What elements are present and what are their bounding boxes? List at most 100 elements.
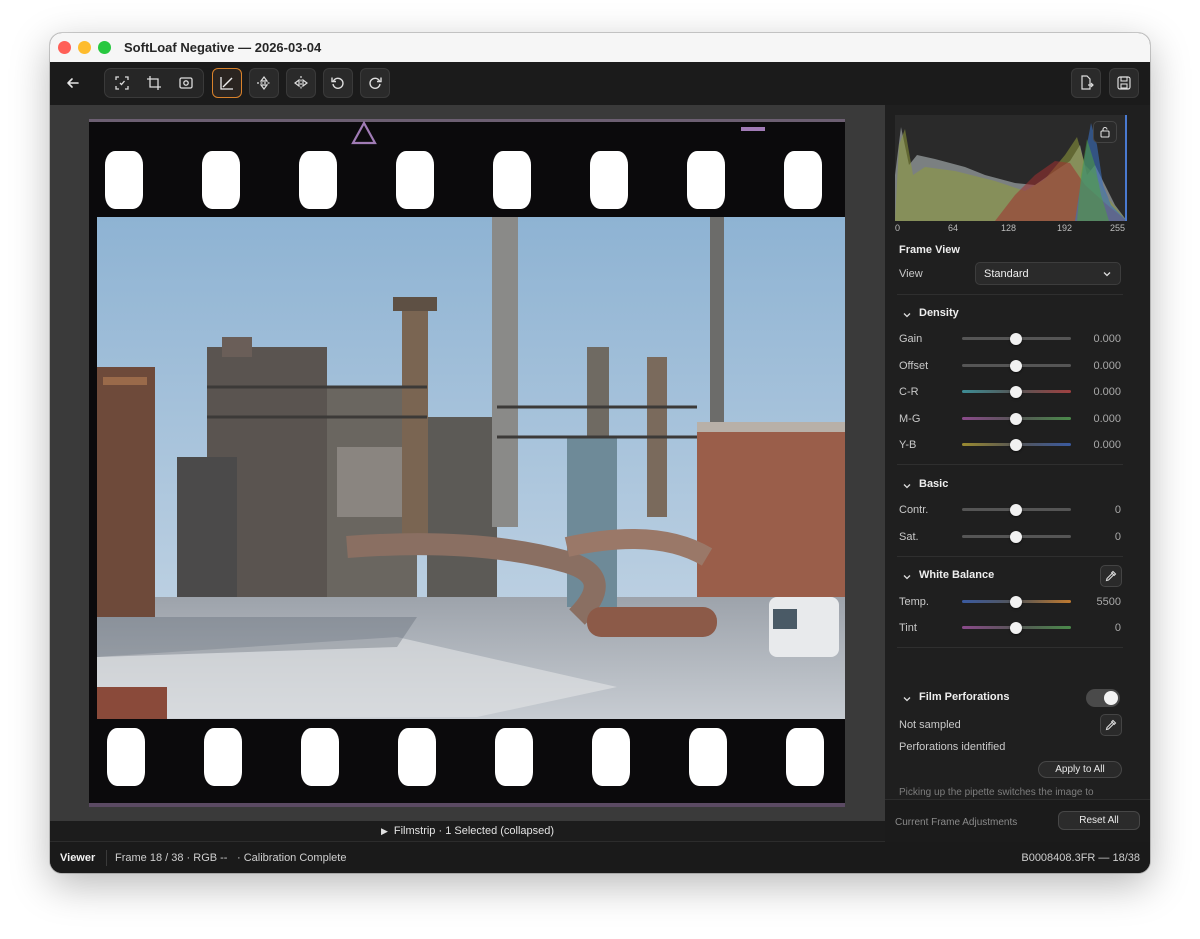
close-window-button[interactable] (58, 41, 71, 54)
industrial-scene-image (97, 217, 845, 719)
histogram-tick: 0 (895, 223, 901, 233)
perforation-hole (590, 151, 628, 209)
apply-to-all-button[interactable]: Apply to All (1038, 761, 1122, 778)
curve-icon (220, 77, 233, 90)
slider-value: 0 (1114, 622, 1121, 634)
chevron-down-icon (903, 697, 911, 702)
slider-knob[interactable] (1010, 596, 1022, 608)
perforation-hole (301, 728, 339, 786)
histogram-tick: 128 (1001, 223, 1017, 233)
magenta-green-slider[interactable] (962, 413, 1071, 425)
status-calibration: · Calibration Complete (237, 852, 347, 864)
perforation-hole (786, 728, 824, 786)
film-edge-bottom (89, 803, 845, 807)
perforation-hole (689, 728, 727, 786)
rotate-left-icon (331, 77, 344, 89)
temperature-slider[interactable] (962, 596, 1071, 608)
white-balance-title: White Balance (919, 569, 995, 581)
panel-footer: Current Frame Adjustments Reset All (885, 799, 1150, 842)
slider-value: 0 (1114, 504, 1121, 516)
flip-vertical-button[interactable] (249, 68, 279, 98)
crop-button[interactable] (139, 68, 169, 98)
gain-slider[interactable] (962, 333, 1071, 345)
rotate-left-button[interactable] (323, 68, 353, 98)
filmstrip-toggle[interactable]: ▶ Filmstrip · 1 Selected (collapsed) (50, 821, 885, 841)
perforation-hole (396, 151, 434, 209)
cyan-red-slider[interactable] (962, 386, 1071, 398)
slider-value: 0.000 (1093, 439, 1121, 451)
reset-all-button[interactable]: Reset All (1058, 811, 1140, 830)
play-triangle-icon: ▶ (380, 826, 388, 836)
curves-button[interactable] (212, 68, 242, 98)
flip-horizontal-button[interactable] (286, 68, 316, 98)
slider-value: 0 (1114, 531, 1121, 543)
slider-knob[interactable] (1010, 622, 1022, 634)
view-select[interactable]: Standard (975, 262, 1121, 285)
slider-label: Y-B (899, 439, 917, 451)
slider-label: Tint (899, 622, 917, 634)
current-frame-adjustments-label: Current Frame Adjustments (895, 817, 1018, 828)
histogram-tick: 64 (948, 223, 959, 233)
chevron-down-icon (903, 484, 911, 489)
slider-knob[interactable] (1010, 504, 1022, 516)
export-icon (1081, 75, 1094, 90)
window-title: SoftLoaf Negative — 2026-03-04 (124, 40, 322, 55)
film-frame (89, 119, 845, 807)
slider-knob[interactable] (1010, 413, 1022, 425)
tint-slider[interactable] (962, 622, 1071, 634)
slider-knob[interactable] (1010, 360, 1022, 372)
perforation-hole (202, 151, 240, 209)
zoom-window-button[interactable] (98, 41, 111, 54)
pipette-icon (1105, 719, 1117, 731)
perforation-hole (687, 151, 725, 209)
auto-frame-button[interactable] (107, 68, 137, 98)
section-divider (897, 647, 1123, 648)
image-viewer[interactable] (50, 105, 885, 821)
slider-label: Sat. (899, 531, 919, 543)
status-mode: Viewer (60, 852, 96, 864)
perforation-hole (107, 728, 145, 786)
offset-slider[interactable] (962, 360, 1071, 372)
histogram-tick: 192 (1057, 223, 1073, 233)
film-perforations-toggle[interactable] (1086, 689, 1120, 707)
slider-knob[interactable] (1010, 439, 1022, 451)
contrast-slider[interactable] (962, 504, 1071, 516)
histogram-tick: 255 (1110, 223, 1126, 233)
auto-frame-icon (115, 76, 129, 90)
minimize-window-button[interactable] (78, 41, 91, 54)
negative-photo (97, 217, 845, 719)
slider-knob[interactable] (1010, 333, 1022, 345)
slider-value: 5500 (1096, 596, 1121, 608)
perforation-hole (592, 728, 630, 786)
slider-value: 0.000 (1093, 386, 1121, 398)
slider-label: Offset (899, 360, 929, 372)
save-button[interactable] (1109, 68, 1139, 98)
section-divider (897, 464, 1123, 465)
perforation-hole (204, 728, 242, 786)
back-button[interactable] (58, 68, 88, 98)
status-bar: Viewer Frame 18 / 38 · RGB -- · Calibrat… (50, 841, 1150, 873)
yellow-blue-slider[interactable] (962, 439, 1071, 451)
histogram-lock-button[interactable] (1093, 121, 1117, 143)
slider-value: 0.000 (1093, 360, 1121, 372)
perforation-pipette-button[interactable] (1100, 714, 1122, 736)
focus-button[interactable] (171, 68, 201, 98)
flip-horizontal-icon (294, 76, 308, 90)
slider-label: Contr. (899, 504, 929, 516)
slider-knob[interactable] (1010, 531, 1022, 543)
perforations-identified: Perforations identified (899, 741, 1006, 753)
app-window: SoftLoaf Negative — 2026-03-04 ▶ Filmstr… (50, 33, 1150, 873)
slider-value: 0.000 (1093, 333, 1121, 345)
rotate-right-button[interactable] (360, 68, 390, 98)
frame-tools-group (104, 68, 204, 98)
view-label: View (899, 268, 923, 280)
toolbar (50, 62, 1150, 106)
saturation-slider[interactable] (962, 531, 1071, 543)
chevron-down-icon (903, 313, 911, 318)
section-divider (897, 556, 1123, 557)
white-balance-pipette-button[interactable] (1100, 565, 1122, 587)
export-button[interactable] (1071, 68, 1101, 98)
slider-knob[interactable] (1010, 386, 1022, 398)
density-title: Density (919, 307, 959, 319)
crop-icon (147, 76, 161, 90)
